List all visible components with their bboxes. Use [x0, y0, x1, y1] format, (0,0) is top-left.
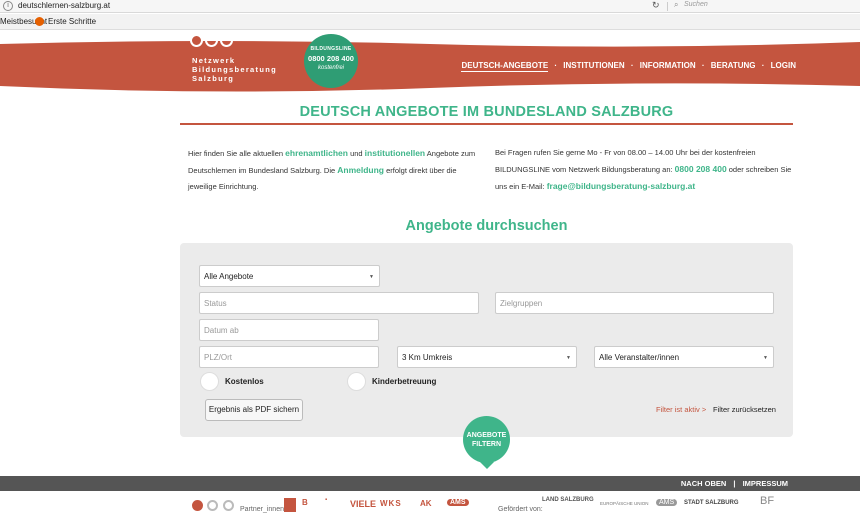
site-header: Netzwerk Bildungsberatung Salzburg BILDU…	[0, 30, 860, 95]
partner-logo-2: B	[302, 498, 308, 507]
funded-label: Gefördert von:	[498, 506, 543, 513]
title-divider	[180, 123, 793, 125]
partner-logo-1	[284, 498, 296, 512]
search-icon: ⌕	[674, 0, 679, 9]
bookmark-getting-started[interactable]: Erste Schritte	[48, 17, 96, 26]
search-heading: Angebote durchsuchen	[405, 218, 568, 234]
nav-login[interactable]: LOGIN	[771, 61, 796, 70]
nav-institutionen[interactable]: INSTITUTIONEN	[563, 61, 624, 70]
site-logo-text[interactable]: Netzwerk Bildungsberatung Salzburg	[192, 56, 277, 83]
partner-logo-ak: AK	[420, 499, 432, 508]
browser-url-bar[interactable]: i deutschlernen-salzburg.at ↻ ⌕ Suchen	[0, 0, 860, 13]
filter-button[interactable]: ANGEBOTE FILTERN	[463, 416, 510, 469]
pdf-export-button[interactable]: Ergebnis als PDF sichern	[205, 399, 303, 421]
nav-deutsch-angebote[interactable]: DEUTSCH-ANGEBOTE	[461, 61, 549, 72]
funder-logo-eu: EUROPÄISCHE UNION	[600, 501, 649, 506]
search-placeholder: Suchen	[684, 1, 708, 8]
highlight-ehrenamtlich: ehrenamtlichen	[285, 148, 348, 158]
firefox-icon	[35, 17, 44, 26]
partner-logo-ams: AMS	[447, 499, 469, 506]
phone-link[interactable]: 0800 208 400	[675, 164, 727, 174]
childcare-checkbox[interactable]: Kinderbetreuung	[347, 372, 436, 391]
checkbox-circle-icon[interactable]	[347, 372, 366, 391]
bookmarks-bar: Meistbesucht Erste Schritte	[0, 14, 860, 30]
intro-text: Hier finden Sie alle aktuellen ehrenamtl…	[188, 148, 476, 191]
partner-logo-wks: WKS	[380, 499, 402, 508]
date-input[interactable]: Datum ab	[199, 319, 379, 341]
partner-logo-3: ▪	[325, 497, 328, 503]
radius-select[interactable]: 3 Km Umkreis ▼	[397, 346, 577, 368]
checkbox-circle-icon[interactable]	[200, 372, 219, 391]
footer-logo-icon	[192, 498, 234, 516]
chevron-down-icon: ▼	[763, 355, 768, 361]
highlight-anmeldung: Anmeldung	[337, 165, 384, 175]
funder-logo-land: LAND SALZBURG	[542, 497, 594, 503]
browser-search-input[interactable]: ⌕ Suchen	[674, 0, 860, 12]
offer-type-select[interactable]: Alle Angebote ▼	[199, 265, 380, 287]
funder-logo-stadt: STADT SALZBURG	[684, 500, 739, 506]
partner-logo-viele: VIELE	[350, 499, 377, 509]
reload-icon[interactable]: ↻	[652, 0, 660, 11]
impressum-link[interactable]: IMPRESSUM	[743, 479, 788, 488]
page-title: DEUTSCH ANGEBOTE IM BUNDESLAND SALZBURG	[299, 104, 674, 120]
main-navigation: DEUTSCH-ANGEBOTE · INSTITUTIONEN · INFOR…	[461, 61, 796, 72]
bildungsline-badge[interactable]: BILDUNGSLINE 0800 208 400 kostenfrei	[304, 34, 358, 88]
filter-reset-link[interactable]: Filter zurücksetzen	[713, 405, 776, 414]
funder-logo-bf: BF	[760, 495, 775, 507]
highlight-institutionell: institutionellen	[364, 148, 426, 158]
funder-logo-ams: AMS	[656, 499, 678, 506]
info-icon[interactable]: i	[3, 1, 13, 11]
zip-city-input[interactable]: PLZ/Ort	[199, 346, 379, 368]
free-checkbox[interactable]: Kostenlos	[200, 372, 264, 391]
email-link[interactable]: frage@bildungsberatung-salzburg.at	[547, 181, 696, 191]
chevron-down-icon: ▼	[369, 274, 374, 280]
status-input[interactable]: Status	[199, 292, 479, 314]
footer-bar: NACH OBEN | IMPRESSUM	[0, 476, 860, 491]
nav-beratung[interactable]: BERATUNG	[711, 61, 756, 70]
url-text[interactable]: deutschlernen-salzburg.at	[18, 1, 110, 10]
back-to-top-link[interactable]: NACH OBEN	[681, 479, 726, 488]
target-groups-input[interactable]: Zielgruppen	[495, 292, 774, 314]
logo-icon[interactable]	[190, 34, 235, 48]
url-divider	[667, 2, 668, 11]
chevron-down-icon: ▼	[566, 355, 571, 361]
filter-active-link[interactable]: Filter ist aktiv >	[656, 405, 706, 414]
organizer-select[interactable]: Alle Veranstalter/innen ▼	[594, 346, 774, 368]
partners-label: Partner_innen:	[240, 506, 286, 513]
contact-text: Bei Fragen rufen Sie gerne Mo - Fr von 0…	[495, 148, 792, 191]
footer-logos: Partner_innen: B ▪ VIELE WKS AK AMS Gefö…	[0, 491, 860, 529]
nav-information[interactable]: INFORMATION	[640, 61, 696, 70]
